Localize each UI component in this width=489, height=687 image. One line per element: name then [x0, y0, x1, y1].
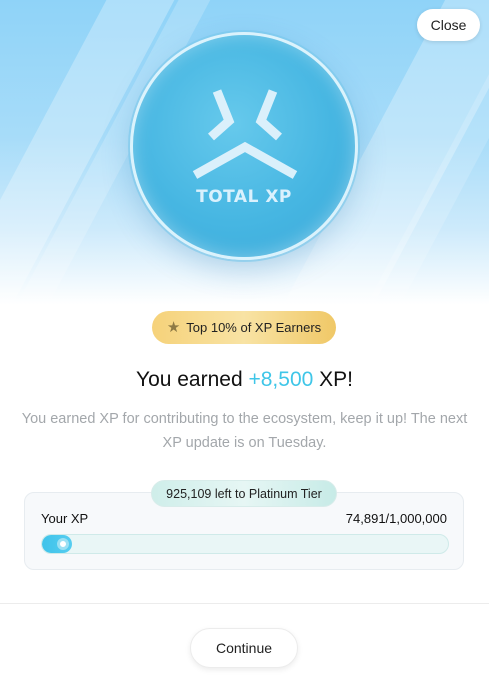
tier-remaining-pill: 925,109 left to Platinum Tier	[151, 480, 337, 507]
total-xp-logo-icon	[192, 89, 298, 179]
rank-badge-text: Top 10% of XP Earners	[186, 320, 322, 335]
progress-knob-icon	[57, 538, 70, 550]
continue-button[interactable]: Continue	[190, 628, 298, 668]
hero-banner: TOTAL XP Close	[0, 0, 489, 305]
xp-amount: +8,500	[248, 368, 314, 391]
total-xp-coin: TOTAL XP	[130, 32, 358, 260]
headline-prefix: You earned	[135, 368, 249, 391]
star-icon: ★	[166, 319, 181, 336]
rank-badge: ★ Top 10% of XP Earners	[152, 311, 336, 344]
xp-progress-track	[41, 534, 449, 554]
earned-headline: You earned +8,500 XP!	[0, 368, 489, 392]
coin-label: TOTAL XP	[196, 187, 292, 207]
headline-suffix: XP!	[313, 368, 353, 391]
footer-divider	[0, 603, 489, 604]
xp-label: Your XP	[41, 511, 89, 526]
description-text: You earned XP for contributing to the ec…	[21, 411, 468, 451]
close-button[interactable]: Close	[417, 9, 480, 41]
xp-progress-fill	[42, 535, 73, 553]
xp-value: 74,891/1,000,000	[345, 511, 447, 526]
